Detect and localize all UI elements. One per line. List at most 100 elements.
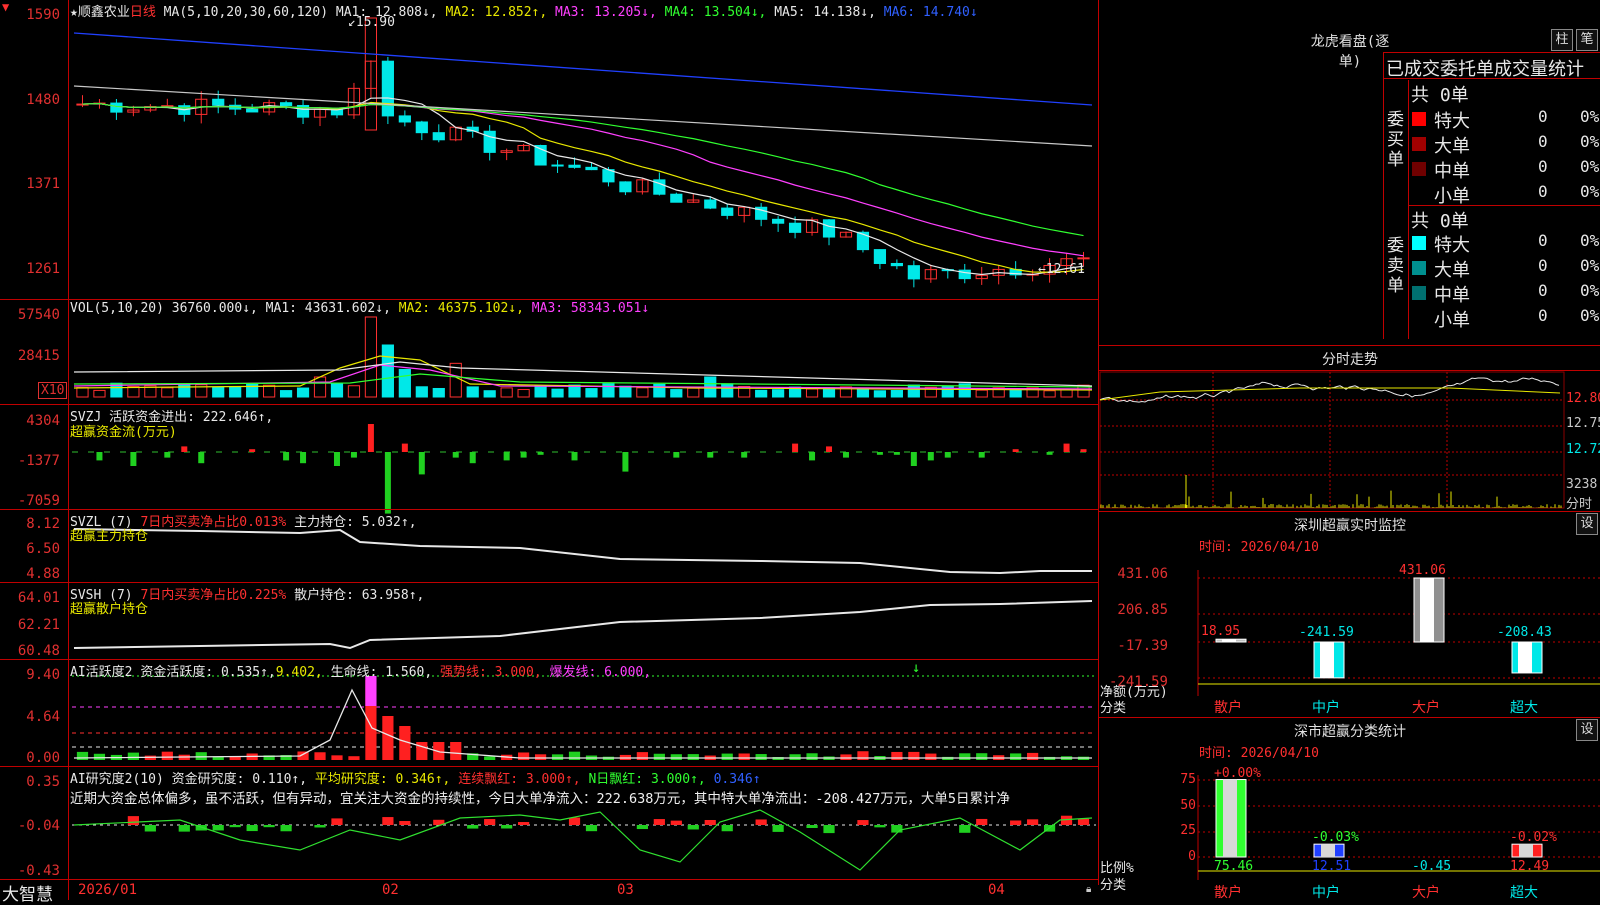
money-flow-bar xyxy=(537,452,544,455)
research-bar xyxy=(229,825,241,828)
intraday-volume-tick: 3238 xyxy=(1566,477,1598,492)
chart-canvas[interactable] xyxy=(0,0,1600,900)
volume-bar xyxy=(1009,388,1022,398)
vol-ma-line xyxy=(73,373,1093,388)
kline-ytick: 1590 xyxy=(26,7,60,23)
volume-bar xyxy=(1060,389,1073,398)
classify-change-label: +0.00% xyxy=(1214,765,1261,781)
volume-bar xyxy=(229,386,242,398)
brand-logo[interactable]: 大智慧 xyxy=(2,880,53,905)
xaxis-label: 04 xyxy=(988,882,1005,898)
dragon-heading-line xyxy=(1383,78,1600,79)
ma2-value: MA2: 12.852↑, xyxy=(445,5,548,20)
row-percent: 0% xyxy=(1580,281,1600,300)
research-bar xyxy=(704,819,716,825)
ai2-comment: 近期大资金总体偏多，虽不活跃，但有异动，宜关注大资金的持续性，今日大单净流入：2… xyxy=(70,791,1011,807)
volume-bar xyxy=(602,383,615,398)
ai2-info-bar: AI研究度2(10) 资金研究度: 0.110↑, 平均研究度: 0.346↑,… xyxy=(70,768,761,787)
activity-burst-bar xyxy=(365,676,377,706)
classify-category-label: 大户 xyxy=(1412,885,1440,901)
svzl-ytick: 6.50 xyxy=(26,541,60,557)
sell-side-label: 委卖单 xyxy=(1387,236,1404,296)
volume-bar xyxy=(296,387,310,398)
activity-bar xyxy=(161,751,173,760)
ai1-info-bar: AI活跃度2 资金活跃度: 0.535↑,9.402, 生命线: 1.560, … xyxy=(70,661,651,680)
buy-side-label: 委买单 xyxy=(1387,110,1404,170)
money-flow-bar xyxy=(96,452,103,461)
volume-bar xyxy=(263,384,276,398)
intraday-ytick: 12.75 xyxy=(1566,416,1600,431)
money-flow-bar xyxy=(622,452,629,472)
row-count: 0 xyxy=(1538,231,1548,250)
activity-bar xyxy=(976,753,988,760)
volume-bar xyxy=(313,376,327,398)
ai2-ytick: 0.35 xyxy=(26,774,60,790)
xaxis-label: 03 xyxy=(617,882,634,898)
activity-bar xyxy=(636,752,648,760)
intraday-ytick: 12.80 xyxy=(1566,391,1600,406)
volume-bar xyxy=(534,385,547,398)
kline-ytick: 1261 xyxy=(26,261,60,277)
svzj-ytick: 4304 xyxy=(26,413,60,429)
color-swatch xyxy=(1412,286,1426,300)
money-flow-bar xyxy=(927,452,934,461)
row-percent: 0% xyxy=(1580,157,1600,176)
svsh-ytick: 64.01 xyxy=(17,590,60,606)
candle-body xyxy=(704,199,717,209)
candle-body xyxy=(873,249,887,264)
bar-mode-button[interactable]: 柱 xyxy=(1551,29,1573,51)
buy-row: 小单 0 0% xyxy=(1410,182,1600,207)
activity-bar xyxy=(721,753,733,760)
activity-bar xyxy=(348,756,360,760)
row-percent: 0% xyxy=(1580,182,1600,201)
candle-body xyxy=(110,102,123,113)
color-swatch xyxy=(1412,162,1426,176)
volume-bar xyxy=(212,386,225,398)
monitor-settings-button[interactable]: 设 xyxy=(1576,513,1598,535)
research-bar xyxy=(806,825,818,828)
kline-ytick: 1480 xyxy=(26,92,60,108)
row-name: 小单 xyxy=(1434,310,1470,331)
volume-bar xyxy=(398,368,411,398)
monitor-xlabel: 分类 xyxy=(1100,701,1127,716)
money-flow-bar xyxy=(198,452,205,464)
svzj-ytick: -1377 xyxy=(17,453,60,469)
row-count: 0 xyxy=(1538,256,1548,275)
volume-bar xyxy=(636,387,649,398)
svzl-ytick: 4.88 xyxy=(26,566,60,582)
lock-icon[interactable]: 🔒︎ xyxy=(1086,884,1091,895)
activity-bar xyxy=(314,752,326,760)
svzj-ytick: -7059 xyxy=(17,493,60,509)
money-flow-bar xyxy=(350,452,357,458)
classify-bar-highlight xyxy=(1321,844,1335,857)
tick-mode-button[interactable]: 笔 xyxy=(1576,29,1598,51)
ai1-heading: AI活跃度2 xyxy=(70,665,133,680)
volume-bar xyxy=(500,387,513,398)
activity-bar xyxy=(857,751,869,760)
volume-bar xyxy=(1043,390,1056,398)
ma4-value: MA4: 13.504↓, xyxy=(664,5,767,20)
activity-bar xyxy=(518,752,530,760)
classify-settings-button[interactable]: 设 xyxy=(1576,719,1598,741)
ma5-value: MA5: 14.138↓, xyxy=(774,5,876,20)
xaxis-label: 2026/01 xyxy=(78,882,138,898)
svzl-ytick: 8.12 xyxy=(26,516,60,532)
research-bar xyxy=(399,821,411,825)
money-flow-bar xyxy=(1063,443,1070,452)
activity-bar xyxy=(806,753,818,760)
research-bar xyxy=(687,825,699,830)
ma-line-30 xyxy=(82,102,1084,237)
volume-bar xyxy=(161,387,174,398)
research-bar xyxy=(331,818,343,825)
period-label[interactable]: 日线 xyxy=(130,5,156,20)
classify-bar-highlight xyxy=(1223,779,1237,857)
volume-bar xyxy=(347,385,361,398)
low-price-mark: ←12.61 xyxy=(1038,262,1085,277)
monitor-ytick: -17.39 xyxy=(1117,638,1168,654)
activity-bar xyxy=(653,753,665,760)
svzj-subtitle: 超赢资金流(万元) xyxy=(70,425,177,440)
stock-title[interactable]: ★顺鑫农业 xyxy=(70,5,130,20)
intraday-frame xyxy=(1099,371,1565,509)
color-swatch xyxy=(1412,261,1426,275)
ai1-ytick: 0.00 xyxy=(26,750,60,766)
